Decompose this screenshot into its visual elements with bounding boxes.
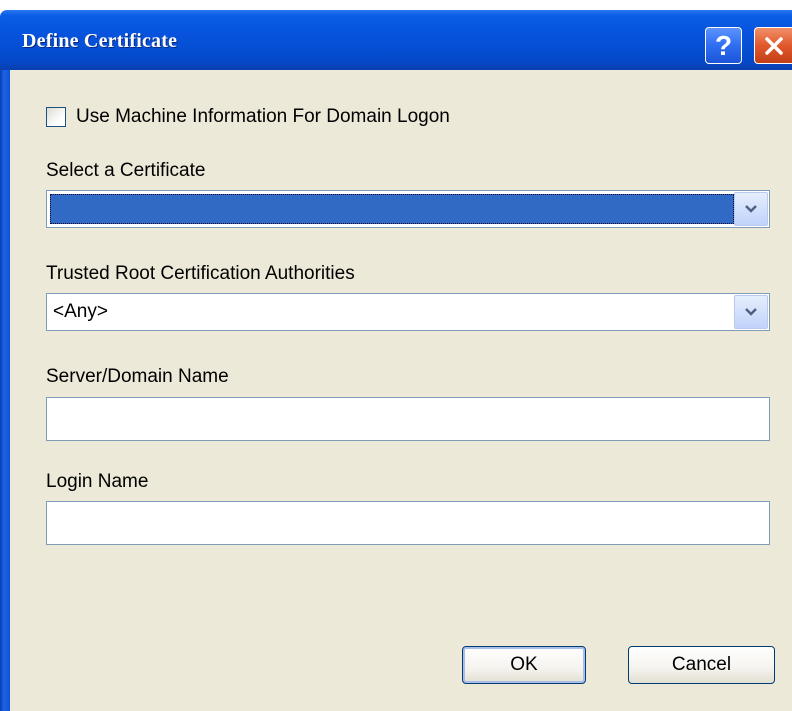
login-name-label: Login Name xyxy=(46,471,149,492)
chevron-down-icon xyxy=(745,308,757,316)
window-frame xyxy=(0,70,10,711)
server-domain-label: Server/Domain Name xyxy=(46,366,229,387)
ok-button[interactable]: OK xyxy=(462,646,586,684)
server-domain-input[interactable] xyxy=(46,397,770,441)
close-icon xyxy=(764,36,783,55)
help-button[interactable]: ? xyxy=(705,27,742,64)
chevron-down-icon xyxy=(745,205,757,213)
select-certificate-label: Select a Certificate xyxy=(46,160,206,181)
use-machine-info-checkbox[interactable] xyxy=(46,107,66,127)
cancel-button[interactable]: Cancel xyxy=(628,646,775,684)
trusted-root-dropdown[interactable]: <Any> xyxy=(46,293,770,331)
trusted-root-value: <Any> xyxy=(53,301,108,322)
use-machine-info-label[interactable]: Use Machine Information For Domain Logon xyxy=(76,106,450,128)
trusted-root-dropdown-button[interactable] xyxy=(734,295,768,329)
certificate-selected-value xyxy=(50,194,734,224)
login-name-input[interactable] xyxy=(46,501,770,545)
help-icon: ? xyxy=(714,29,733,61)
title-bar[interactable]: Define Certificate ? xyxy=(0,10,792,70)
certificate-dropdown[interactable] xyxy=(46,190,770,228)
define-certificate-dialog: Define Certificate ? Use Machine Informa… xyxy=(0,0,792,711)
trusted-root-label: Trusted Root Certification Authorities xyxy=(46,263,355,284)
certificate-dropdown-button[interactable] xyxy=(734,192,768,226)
close-button[interactable] xyxy=(754,27,792,64)
dialog-title: Define Certificate xyxy=(22,30,178,52)
